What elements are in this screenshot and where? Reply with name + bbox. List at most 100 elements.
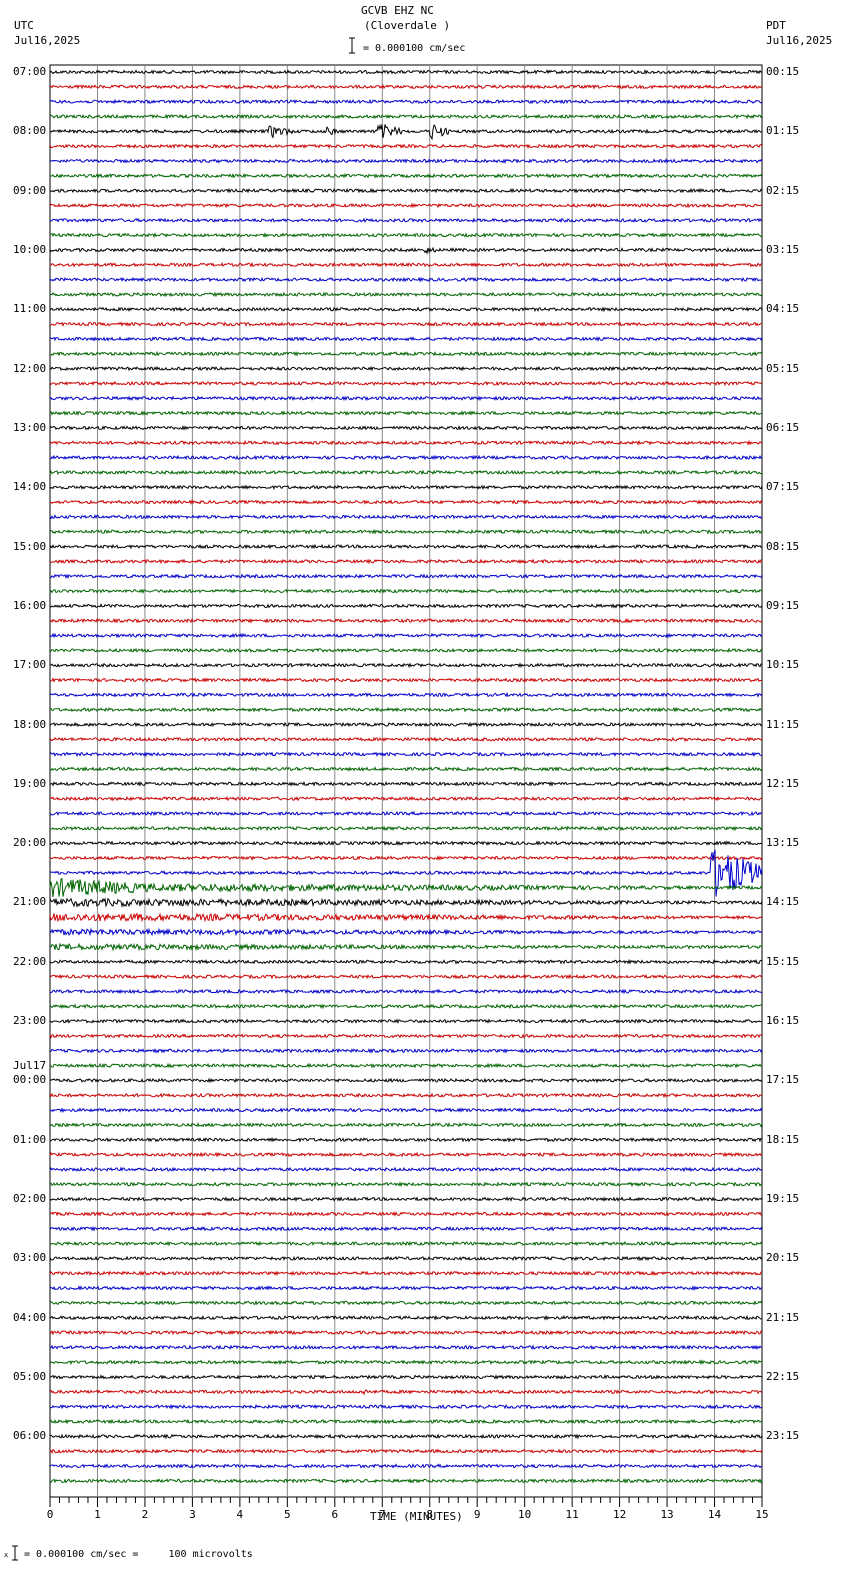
trace-63 bbox=[49, 1003, 763, 1010]
trace-80 bbox=[49, 1255, 763, 1262]
utc-hour-label: 15:00 bbox=[13, 539, 47, 553]
utc-hour-label: 07:00 bbox=[13, 65, 47, 78]
trace-57 bbox=[49, 912, 763, 923]
utc-hour-label: 03:00 bbox=[13, 1251, 47, 1265]
trace-14 bbox=[49, 276, 763, 283]
trace-53 bbox=[49, 855, 763, 861]
pdt-hour-label: 18:15 bbox=[766, 1132, 800, 1146]
trace-28 bbox=[49, 484, 763, 491]
pdt-hour-label: 07:15 bbox=[766, 480, 800, 494]
trace-90 bbox=[49, 1403, 762, 1410]
trace-12 bbox=[49, 246, 763, 255]
utc-hour-label: 21:00 bbox=[13, 895, 47, 909]
x-tick-label: 5 bbox=[284, 1508, 291, 1521]
seismogram-plot: 0 1 2 3 4 5 6 7 8 9 10 11 12 13 14 15 bbox=[12, 37, 769, 1561]
trace-92 bbox=[49, 1433, 763, 1440]
trace-45 bbox=[49, 736, 763, 743]
trace-0 bbox=[49, 68, 763, 75]
pdt-hour-label: 23:15 bbox=[766, 1429, 800, 1443]
trace-73 bbox=[49, 1151, 763, 1158]
x-tick-label: 11 bbox=[566, 1508, 579, 1521]
trace-25 bbox=[49, 439, 763, 446]
trace-66 bbox=[49, 1047, 763, 1054]
trace-19 bbox=[50, 350, 763, 357]
trace-13 bbox=[49, 261, 763, 268]
trace-95 bbox=[49, 1478, 763, 1484]
trace-2 bbox=[49, 98, 763, 105]
utc-hour-label: 11:00 bbox=[13, 302, 47, 316]
trace-26 bbox=[49, 454, 763, 461]
pdt-hour-label: 10:15 bbox=[766, 658, 800, 672]
trace-56 bbox=[49, 897, 763, 908]
trace-10 bbox=[49, 217, 763, 224]
trace-47 bbox=[49, 766, 763, 772]
trace-86 bbox=[49, 1344, 763, 1351]
trace-29 bbox=[49, 499, 763, 506]
trace-76 bbox=[49, 1196, 763, 1202]
trace-8 bbox=[49, 187, 763, 194]
trace-5 bbox=[49, 143, 763, 150]
trace-32 bbox=[49, 543, 763, 550]
trace-58 bbox=[49, 927, 763, 937]
trace-59 bbox=[49, 942, 763, 952]
pdt-hour-label: 17:15 bbox=[766, 1073, 800, 1087]
utc-hour-label: 22:00 bbox=[13, 954, 47, 968]
trace-23 bbox=[49, 410, 763, 416]
utc-hour-label: 13:00 bbox=[13, 420, 47, 434]
trace-65 bbox=[49, 1033, 763, 1039]
trace-27 bbox=[49, 469, 763, 476]
pdt-hour-label: 12:15 bbox=[766, 776, 800, 790]
pdt-hour-label: 22:15 bbox=[766, 1370, 800, 1384]
x-tick-label: 7 bbox=[379, 1508, 386, 1521]
trace-50 bbox=[49, 810, 763, 817]
scale-bar-icon bbox=[349, 37, 355, 54]
trace-81 bbox=[49, 1270, 763, 1277]
trace-38 bbox=[49, 632, 763, 639]
trace-24 bbox=[49, 425, 763, 431]
trace-40 bbox=[49, 662, 763, 669]
trace-11 bbox=[49, 232, 763, 239]
footer-scale-bar-icon bbox=[12, 1545, 18, 1561]
trace-69 bbox=[49, 1092, 763, 1099]
trace-30 bbox=[49, 514, 763, 520]
trace-21 bbox=[49, 380, 762, 387]
x-tick-label: 0 bbox=[47, 1508, 54, 1521]
trace-52 bbox=[49, 840, 763, 846]
trace-43 bbox=[50, 706, 763, 713]
pdt-hour-label: 21:15 bbox=[766, 1310, 800, 1324]
trace-35 bbox=[49, 588, 763, 594]
trace-48 bbox=[49, 780, 763, 787]
trace-3 bbox=[49, 113, 763, 120]
utc-hour-label: 16:00 bbox=[13, 598, 47, 612]
trace-49 bbox=[49, 795, 763, 802]
x-tick-label: 9 bbox=[474, 1508, 481, 1521]
trace-87 bbox=[49, 1359, 763, 1366]
date-change-label: Jul17 bbox=[13, 1059, 47, 1073]
trace-78 bbox=[49, 1225, 763, 1232]
utc-hour-label: 18:00 bbox=[13, 717, 47, 731]
trace-34 bbox=[49, 573, 763, 580]
pdt-hour-label: 02:15 bbox=[766, 183, 800, 197]
trace-7 bbox=[49, 172, 763, 179]
trace-67 bbox=[49, 1062, 763, 1069]
trace-72 bbox=[49, 1137, 763, 1143]
utc-hour-label: 10:00 bbox=[13, 242, 47, 256]
pdt-hour-label: 15:15 bbox=[766, 954, 800, 968]
pdt-hour-label: 00:15 bbox=[766, 65, 800, 78]
x-tick-label: 10 bbox=[518, 1508, 531, 1521]
pdt-hour-label: 06:15 bbox=[766, 420, 800, 434]
trace-46 bbox=[49, 751, 762, 758]
trace-4 bbox=[49, 123, 763, 141]
pdt-hour-label: 01:15 bbox=[766, 124, 800, 138]
pdt-hour-label: 05:15 bbox=[766, 361, 800, 375]
utc-hour-label: 05:00 bbox=[13, 1370, 47, 1384]
utc-hour-label: 20:00 bbox=[13, 836, 47, 850]
trace-37 bbox=[49, 617, 763, 624]
trace-71 bbox=[49, 1122, 763, 1128]
trace-60 bbox=[49, 958, 763, 965]
trace-44 bbox=[49, 721, 763, 728]
trace-62 bbox=[50, 988, 763, 995]
pdt-hour-label: 03:15 bbox=[766, 242, 800, 256]
x-tick-label: 2 bbox=[142, 1508, 149, 1521]
trace-85 bbox=[49, 1329, 763, 1336]
